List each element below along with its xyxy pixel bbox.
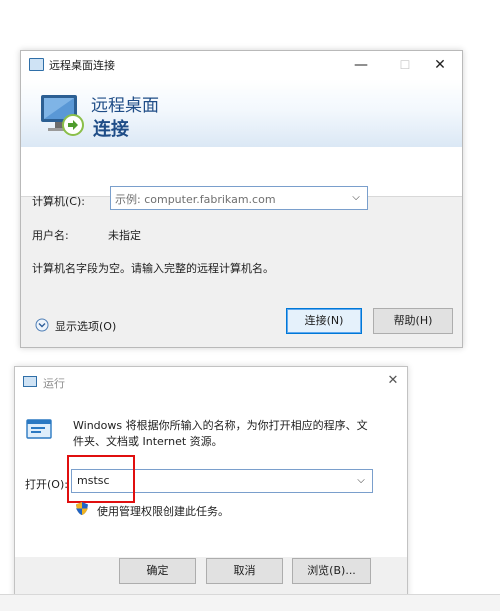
rdp-banner-subtitle: 连接 <box>93 119 129 140</box>
chevron-down-icon[interactable]: ⌵ <box>354 473 368 489</box>
help-button[interactable]: 帮助(H) <box>373 308 453 334</box>
computer-input[interactable]: 示例: computer.fabrikam.com ⌵ <box>110 186 368 210</box>
remote-desktop-window: 远程桌面连接 — ☐ ✕ 远程桌面 连接 计算机(C): 示例: compute… <box>20 50 463 348</box>
remote-desktop-monitor-icon <box>41 95 84 136</box>
status-message: 计算机名字段为空。请输入完整的远程计算机名。 <box>32 262 274 275</box>
run-description: Windows 将根据你所输入的名称，为你打开相应的程序、文件夹、文档或 Int… <box>73 419 368 448</box>
run-window-title: 运行 <box>43 377 65 390</box>
computer-placeholder: 示例: computer.fabrikam.com <box>115 193 276 206</box>
chevron-down-icon[interactable]: ⌵ <box>349 190 363 206</box>
show-options-link[interactable]: 显示选项(O) <box>55 318 116 334</box>
rdp-window-title: 远程桌面连接 <box>49 59 115 72</box>
rdp-titlebar[interactable]: 远程桌面连接 — ☐ ✕ <box>21 51 462 79</box>
shield-icon <box>76 502 88 515</box>
computer-label: 计算机(C): <box>32 195 85 208</box>
run-content: Windows 将根据你所输入的名称，为你打开相应的程序、文件夹、文档或 Int… <box>15 395 407 557</box>
expand-options-icon[interactable] <box>35 318 49 332</box>
admin-note: 使用管理权限创建此任务。 <box>97 505 229 518</box>
red-highlight-box <box>67 455 135 503</box>
browse-button[interactable]: 浏览(B)... <box>292 558 371 584</box>
open-label: 打开(O): <box>25 478 68 491</box>
run-dialog: 运行 ✕ Windows 将根据你所输入的名称，为你打开相应的程序、文件夹、文档… <box>14 366 408 598</box>
username-label: 用户名: <box>32 229 69 242</box>
rdp-close-button[interactable]: ✕ <box>418 51 462 79</box>
run-close-button[interactable]: ✕ <box>379 367 407 395</box>
run-program-icon <box>26 419 52 439</box>
rdp-banner: 远程桌面 连接 <box>21 79 462 197</box>
run-footer: 确定 取消 浏览(B)... <box>15 557 407 597</box>
ok-button[interactable]: 确定 <box>119 558 196 584</box>
rdp-banner-title: 远程桌面 <box>91 96 159 116</box>
run-titlebar[interactable]: 运行 ✕ <box>15 367 407 395</box>
rdp-banner-gradient <box>21 79 462 147</box>
cancel-button[interactable]: 取消 <box>206 558 283 584</box>
connect-button[interactable]: 连接(N) <box>286 308 362 334</box>
username-value: 未指定 <box>108 229 141 242</box>
rdp-minimize-button[interactable]: — <box>339 51 383 79</box>
remote-desktop-icon <box>29 58 44 71</box>
run-app-icon <box>23 376 37 387</box>
background-window-strip <box>0 594 500 611</box>
